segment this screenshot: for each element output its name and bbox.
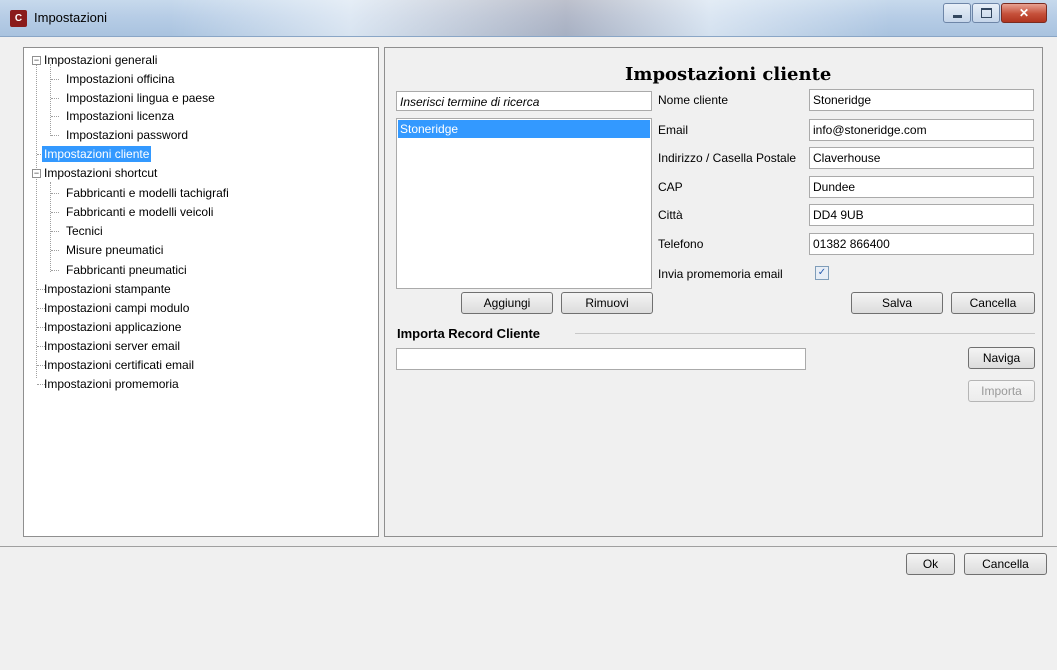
city-label: Città bbox=[658, 208, 683, 222]
tree-item-impostazioni-certificati-email[interactable]: Impostazioni certificati email bbox=[44, 357, 194, 373]
customer-list[interactable]: Stoneridge bbox=[396, 118, 652, 289]
app-icon: C bbox=[10, 10, 27, 27]
tree-item-impostazioni-lingua[interactable]: Impostazioni lingua e paese bbox=[66, 90, 215, 106]
tree-connector bbox=[51, 250, 59, 251]
tree-item-impostazioni-shortcut[interactable]: Impostazioni shortcut bbox=[44, 165, 157, 181]
page-title: Impostazioni cliente bbox=[625, 64, 832, 85]
tree-item-fabbricanti-tachigrafi[interactable]: Fabbricanti e modelli tachigrafi bbox=[66, 185, 229, 201]
tree-line-general bbox=[50, 64, 51, 136]
footer-separator bbox=[0, 546, 1057, 547]
minimize-button[interactable] bbox=[943, 3, 971, 23]
tree-item-fabbricanti-veicoli[interactable]: Fabbricanti e modelli veicoli bbox=[66, 204, 213, 220]
collapse-icon[interactable]: − bbox=[32, 169, 41, 178]
window-title: Impostazioni bbox=[34, 10, 107, 25]
tree-item-impostazioni-generali[interactable]: Impostazioni generali bbox=[44, 52, 157, 68]
customer-settings-panel: Impostazioni cliente Inserisci termine d… bbox=[384, 47, 1043, 537]
email-reminder-label: Invia promemoria email bbox=[658, 267, 783, 281]
tree-item-impostazioni-stampante[interactable]: Impostazioni stampante bbox=[44, 281, 171, 297]
tree-item-misure-pneumatici[interactable]: Misure pneumatici bbox=[66, 242, 163, 258]
postcode-label: CAP bbox=[658, 180, 683, 194]
tree-connector bbox=[51, 193, 59, 194]
tree-connector bbox=[51, 116, 59, 117]
email-label: Email bbox=[658, 123, 689, 137]
tree-connector bbox=[51, 98, 59, 99]
tree-connector bbox=[51, 135, 59, 136]
address-label: Indirizzo / Casella Postale bbox=[658, 151, 797, 165]
customer-name-label: Nome cliente bbox=[658, 93, 729, 107]
address-field[interactable]: Claverhouse bbox=[809, 147, 1034, 169]
import-button[interactable]: Importa bbox=[968, 380, 1035, 402]
list-item[interactable]: Stoneridge bbox=[398, 120, 650, 138]
tree-connector bbox=[51, 231, 59, 232]
close-button[interactable]: ✕ bbox=[1001, 3, 1047, 23]
import-section-title: Importa Record Cliente bbox=[397, 326, 541, 341]
postcode-field[interactable]: Dundee bbox=[809, 176, 1034, 198]
maximize-button[interactable] bbox=[972, 3, 1000, 23]
tree-connector bbox=[51, 79, 59, 80]
tree-item-tecnici[interactable]: Tecnici bbox=[66, 223, 103, 239]
minimize-icon bbox=[952, 14, 962, 18]
city-field[interactable]: DD4 9UB bbox=[809, 204, 1034, 226]
tree-item-impostazioni-cliente[interactable]: Impostazioni cliente bbox=[42, 146, 152, 162]
window-controls: ✕ bbox=[942, 3, 1047, 23]
dialog-cancel-button[interactable]: Cancella bbox=[964, 553, 1047, 575]
tree-item-impostazioni-promemoria[interactable]: Impostazioni promemoria bbox=[44, 376, 179, 392]
phone-label: Telefono bbox=[658, 237, 704, 251]
maximize-icon bbox=[980, 8, 992, 18]
email-field[interactable]: info@stoneridge.com bbox=[809, 119, 1034, 141]
add-customer-button[interactable]: Aggiungi bbox=[461, 292, 553, 314]
email-reminder-checkbox[interactable]: ✓ bbox=[815, 266, 829, 280]
section-divider bbox=[575, 333, 1035, 334]
remove-customer-button[interactable]: Rimuovi bbox=[561, 292, 653, 314]
cancel-button[interactable]: Cancella bbox=[951, 292, 1035, 314]
browse-button[interactable]: Naviga bbox=[968, 347, 1035, 369]
import-path-input[interactable] bbox=[396, 348, 806, 370]
tree-item-fabbricanti-pneumatici[interactable]: Fabbricanti pneumatici bbox=[66, 262, 187, 278]
tree-connector bbox=[51, 270, 59, 271]
tree-connector bbox=[51, 212, 59, 213]
collapse-icon[interactable]: − bbox=[32, 56, 41, 65]
phone-field[interactable]: 01382 866400 bbox=[809, 233, 1034, 255]
tree-item-impostazioni-applicazione[interactable]: Impostazioni applicazione bbox=[44, 319, 181, 335]
title-bar: C Impostazioni ✕ bbox=[0, 0, 1057, 37]
tree-line-shortcut bbox=[50, 182, 51, 272]
settings-tree[interactable]: − Impostazioni generali Impostazioni off… bbox=[23, 47, 379, 537]
close-icon: ✕ bbox=[1018, 6, 1030, 20]
save-button[interactable]: Salva bbox=[851, 292, 943, 314]
tree-item-impostazioni-server-email[interactable]: Impostazioni server email bbox=[44, 338, 180, 354]
search-input[interactable]: Inserisci termine di ricerca bbox=[396, 91, 652, 111]
tree-item-impostazioni-officina[interactable]: Impostazioni officina bbox=[66, 71, 175, 87]
title-bar-glow bbox=[170, 0, 890, 36]
tree-item-impostazioni-licenza[interactable]: Impostazioni licenza bbox=[66, 108, 174, 124]
ok-button[interactable]: Ok bbox=[906, 553, 955, 575]
customer-name-field[interactable]: Stoneridge bbox=[809, 89, 1034, 111]
tree-item-impostazioni-password[interactable]: Impostazioni password bbox=[66, 127, 188, 143]
check-icon: ✓ bbox=[817, 267, 827, 278]
tree-item-impostazioni-campi-modulo[interactable]: Impostazioni campi modulo bbox=[44, 300, 189, 316]
tree-line-root bbox=[36, 62, 37, 378]
